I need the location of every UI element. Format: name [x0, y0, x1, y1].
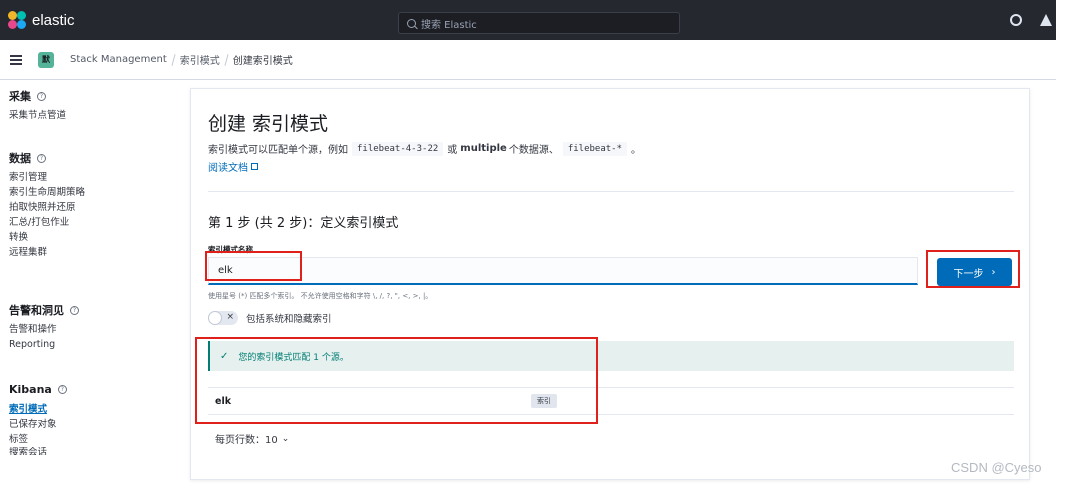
sidebar-item-index-management[interactable]: 索引管理	[9, 170, 85, 185]
breadcrumb-separator	[171, 53, 176, 66]
index-pattern-name-input[interactable]: elk	[208, 257, 918, 285]
example-code: filebeat-*	[562, 141, 628, 156]
help-circle-icon[interactable]: ?	[57, 384, 67, 394]
annotation-box-next	[926, 250, 1020, 288]
space-avatar[interactable]: 默	[38, 51, 54, 68]
elastic-logo-icon	[8, 11, 26, 29]
include-system-indices-toggle-row: × 包括系统和隐藏索引	[208, 311, 332, 325]
desc-text: 个数据源、	[508, 145, 559, 156]
step-title: 第 1 步 (共 2 步)：定义索引模式	[208, 216, 399, 231]
desc-text: 。	[631, 145, 642, 156]
sidebar-group-title: 数据	[9, 152, 31, 165]
sidebar-item-alerts-actions[interactable]: 告警和操作	[9, 322, 79, 337]
rows-per-page-label: 每页行数：10	[215, 435, 278, 446]
search-icon	[407, 18, 416, 28]
annotation-box-input	[205, 251, 302, 281]
field-help-text: 使用星号 (*) 匹配多个索引。 不允许使用空格和字符 \, /, ?, ", …	[208, 292, 433, 300]
breadcrumb-stack-management[interactable]: Stack Management	[70, 54, 167, 65]
sidebar-item-reporting[interactable]: Reporting	[9, 337, 79, 352]
brand-name: elastic	[32, 11, 75, 29]
desc-bold: multiple	[460, 143, 507, 154]
switch-knob	[208, 311, 222, 325]
sidebar-group-title: 告警和洞见	[9, 304, 64, 317]
include-system-indices-switch[interactable]: ×	[208, 311, 238, 325]
watermark: CSDN @Cyeso	[951, 460, 1042, 475]
app-root: elastic 搜索 Elastic 默 Stack Management 索引…	[0, 0, 1080, 487]
page-description: 索引模式可以匹配单个源，例如 filebeat-4-3-22 或 multipl…	[208, 141, 641, 156]
chevron-down-icon: ⌄	[281, 433, 290, 444]
sidebar: 采集? 采集节点管道 数据? 索引管理 索引生命周期策略 拍取快照并还原 汇总/…	[0, 80, 180, 487]
annotation-box-results	[195, 337, 598, 424]
sidebar-item-remote-clusters[interactable]: 远程集群	[9, 245, 85, 260]
sidebar-item-tags[interactable]: 标签	[9, 432, 67, 447]
divider	[208, 191, 1014, 192]
breadcrumb-separator	[224, 53, 229, 66]
top-header: elastic 搜索 Elastic	[0, 0, 1056, 40]
sidebar-group-title: 采集	[9, 90, 31, 103]
menu-icon[interactable]	[10, 54, 22, 65]
rows-per-page-button[interactable]: 每页行数：10 ⌄	[215, 431, 290, 447]
read-docs-label: 阅读文档	[208, 163, 248, 174]
toggle-label: 包括系统和隐藏索引	[246, 314, 332, 325]
sidebar-item-search-sessions[interactable]: 搜索会话	[9, 447, 67, 455]
sidebar-item-index-patterns[interactable]: 索引模式	[9, 402, 67, 417]
header-actions	[1010, 0, 1056, 40]
help-circle-icon[interactable]: ?	[37, 153, 46, 163]
sidebar-item-ingest-pipelines[interactable]: 采集节点管道	[9, 108, 66, 123]
sidebar-item-ilm-policies[interactable]: 索引生命周期策略	[9, 185, 85, 200]
page-title: 创建 索引模式	[208, 113, 329, 135]
sidebar-group-title: Kibana	[9, 382, 52, 396]
breadcrumb-current: 创建索引模式	[232, 56, 293, 67]
breadcrumb-bar: 默 Stack Management 索引模式 创建索引模式	[0, 40, 1056, 80]
breadcrumb: Stack Management 索引模式 创建索引模式	[70, 52, 293, 67]
cross-icon: ×	[226, 312, 234, 322]
breadcrumb-index-patterns[interactable]: 索引模式	[180, 52, 220, 67]
read-docs-link[interactable]: 阅读文档	[208, 159, 258, 174]
help-icon[interactable]	[1010, 14, 1022, 26]
desc-text: 或	[447, 145, 458, 156]
sidebar-group-ingest: 采集? 采集节点管道	[9, 88, 66, 123]
help-circle-icon[interactable]: ?	[70, 305, 79, 315]
sidebar-item-saved-objects[interactable]: 已保存对象	[9, 417, 67, 432]
help-circle-icon[interactable]: ?	[37, 91, 46, 101]
global-search-input[interactable]: 搜索 Elastic	[398, 12, 680, 34]
sidebar-item-transforms[interactable]: 转换	[9, 230, 85, 245]
newsfeed-icon[interactable]	[1040, 14, 1052, 26]
search-placeholder: 搜索 Elastic	[421, 19, 477, 31]
sidebar-group-data: 数据? 索引管理 索引生命周期策略 拍取快照并还原 汇总/打包作业 转换 远程集…	[9, 150, 85, 260]
sidebar-item-rollup-jobs[interactable]: 汇总/打包作业	[9, 215, 85, 230]
sidebar-group-alerts: 告警和洞见? 告警和操作 Reporting	[9, 302, 79, 352]
sidebar-group-kibana: Kibana? 索引模式 已保存对象 标签 搜索会话	[9, 381, 67, 455]
external-link-icon	[251, 163, 258, 170]
elastic-logo[interactable]: elastic	[8, 11, 75, 29]
example-code: filebeat-4-3-22	[352, 141, 444, 156]
sidebar-item-snapshot-restore[interactable]: 拍取快照并还原	[9, 200, 85, 215]
desc-text: 索引模式可以匹配单个源，例如	[208, 145, 348, 156]
